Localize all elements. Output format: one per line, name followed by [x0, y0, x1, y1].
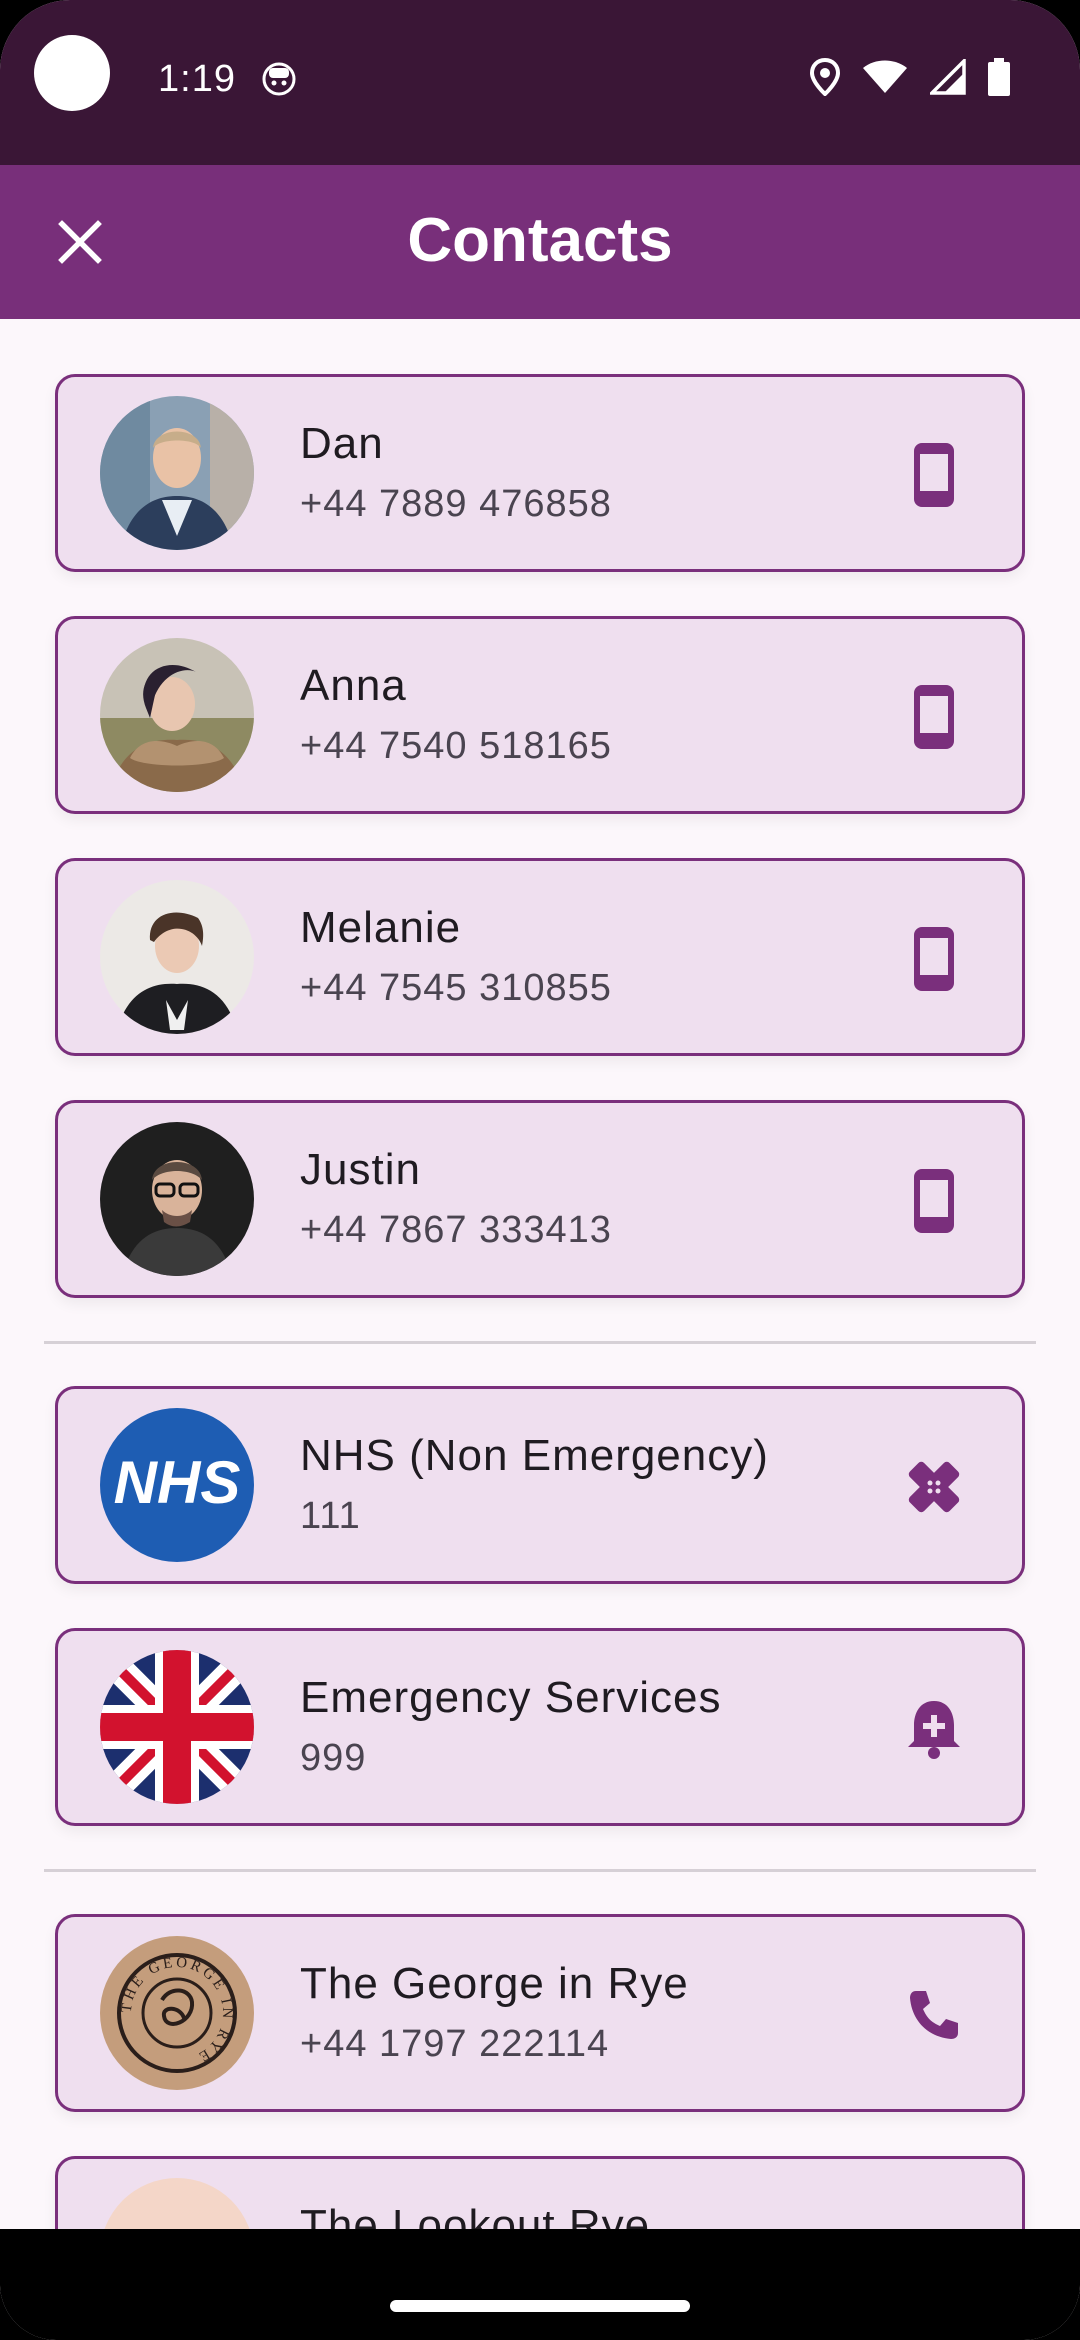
location-icon: [810, 58, 840, 96]
contact-phone: +44 7867 333413: [300, 1209, 612, 1251]
section-divider: [44, 1869, 1036, 1872]
contact-phone: +44 7889 476858: [300, 483, 612, 525]
contact-card-nhs[interactable]: NHS NHS (Non Emergency) 111: [55, 1386, 1025, 1584]
battery-icon: [988, 58, 1010, 96]
contact-name: NHS (Non Emergency): [300, 1431, 769, 1480]
mobile-phone-icon: [914, 685, 954, 749]
contact-card-lookout[interactable]: The Lookout Rye: [55, 2156, 1025, 2229]
medical-bell-icon: [908, 1701, 960, 1759]
contact-name: Anna: [300, 661, 407, 710]
avatar: [100, 396, 254, 550]
section-divider: [44, 1341, 1036, 1344]
app-bar: Contacts: [0, 165, 1080, 319]
contact-card-emergency[interactable]: Emergency Services 999: [55, 1628, 1025, 1826]
contact-phone: +44 7540 518165: [300, 725, 612, 767]
mobile-phone-icon: [914, 927, 954, 991]
contact-card-melanie[interactable]: Melanie +44 7545 310855: [55, 858, 1025, 1056]
phone-icon: [910, 1991, 958, 2039]
wifi-icon: [863, 60, 907, 93]
contact-card-anna[interactable]: Anna +44 7540 518165: [55, 616, 1025, 814]
contact-name: Emergency Services: [300, 1673, 722, 1722]
screen: 1:19 Contacts Dan +44 7889 476858 Anna +…: [0, 0, 1080, 2340]
signal-icon: [930, 59, 966, 95]
contact-phone: 111: [300, 1495, 361, 1537]
status-icons: [810, 58, 1010, 96]
contact-name: Melanie: [300, 903, 462, 952]
call-emergency-button[interactable]: [896, 1691, 972, 1767]
contact-card-george[interactable]: THE GEORGE IN RYE The George in Rye +44 …: [55, 1914, 1025, 2112]
avatar: [100, 2178, 254, 2229]
mobile-phone-icon: [914, 443, 954, 507]
contact-name: Dan: [300, 419, 384, 468]
contact-name: The George in Rye: [300, 1959, 689, 2008]
page-title: Contacts: [407, 206, 673, 275]
union-jack-avatar: [100, 1650, 254, 1804]
avatar: [100, 880, 254, 1034]
call-mobile-button[interactable]: [896, 437, 972, 513]
contact-phone: +44 1797 222114: [300, 2023, 610, 2065]
avatar: [100, 1122, 254, 1276]
navigation-bar: [0, 2229, 1080, 2340]
bandage-icon: [908, 1461, 960, 1513]
contact-phone: 999: [300, 1737, 367, 1779]
call-landline-button[interactable]: [896, 1977, 972, 2053]
contact-list[interactable]: Dan +44 7889 476858 Anna +44 7540 518165…: [0, 319, 1080, 2229]
home-gesture-handle[interactable]: [390, 2300, 690, 2312]
camera-cutout: [34, 35, 110, 111]
avatar: [100, 638, 254, 792]
nhs-logo-avatar: NHS: [100, 1408, 254, 1562]
status-bar: 1:19: [0, 0, 1080, 165]
george-logo-avatar: THE GEORGE IN RYE: [100, 1936, 254, 2090]
contact-name: Justin: [300, 1145, 421, 1194]
call-mobile-button[interactable]: [896, 679, 972, 755]
mobile-phone-icon: [914, 1169, 954, 1233]
android-face-icon: [262, 62, 296, 96]
nhs-logo-text: NHS: [114, 1449, 241, 1516]
contact-name: The Lookout Rye: [300, 2201, 651, 2229]
call-mobile-button[interactable]: [896, 1163, 972, 1239]
contact-card-dan[interactable]: Dan +44 7889 476858: [55, 374, 1025, 572]
contact-phone: +44 7545 310855: [300, 967, 612, 1009]
status-time: 1:19: [158, 58, 236, 100]
call-mobile-button[interactable]: [896, 921, 972, 997]
call-nhs-button[interactable]: [896, 1449, 972, 1525]
contact-card-justin[interactable]: Justin +44 7867 333413: [55, 1100, 1025, 1298]
